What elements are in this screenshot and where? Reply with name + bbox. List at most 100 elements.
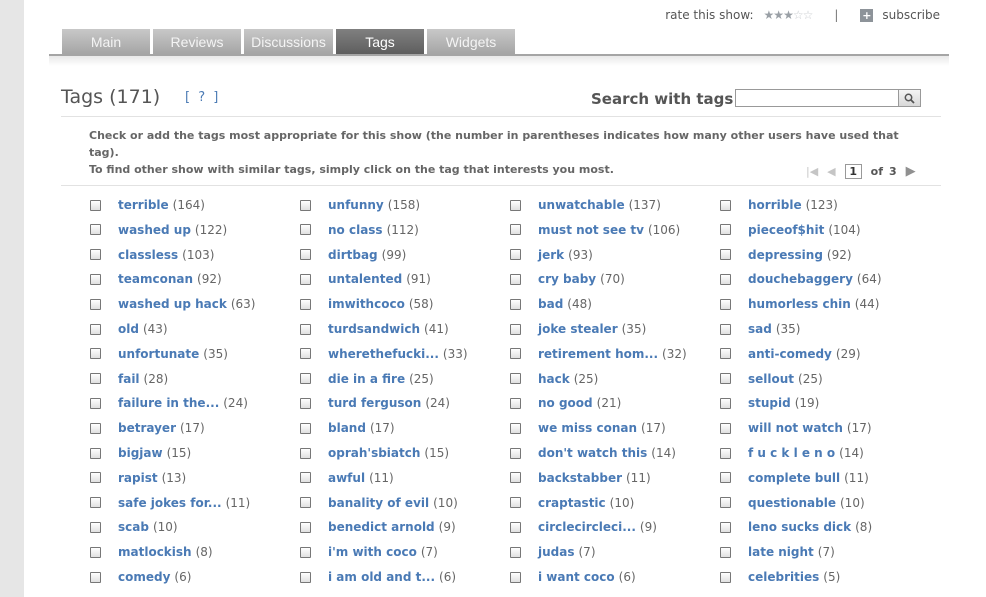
tag-checkbox[interactable] [300, 397, 311, 409]
tag-link[interactable]: jerk [538, 248, 564, 262]
rating-star[interactable]: ★ [783, 8, 794, 22]
tag-link[interactable]: failure in the... [118, 396, 219, 410]
tag-link[interactable]: banality of evil [328, 496, 429, 510]
tag-checkbox[interactable] [510, 447, 521, 459]
tag-checkbox[interactable] [300, 199, 311, 211]
tag-checkbox[interactable] [510, 546, 521, 558]
tag-checkbox[interactable] [510, 323, 521, 335]
tag-link[interactable]: bland [328, 421, 366, 435]
tag-checkbox[interactable] [720, 422, 731, 434]
rating-star[interactable]: ☆ [803, 8, 814, 22]
tag-link[interactable]: depressing [748, 248, 823, 262]
prev-page-icon[interactable]: ◀ [827, 165, 835, 178]
tag-checkbox[interactable] [510, 298, 521, 310]
tag-checkbox[interactable] [510, 273, 521, 285]
tag-link[interactable]: late night [748, 545, 814, 559]
subscribe-plus-icon[interactable]: + [860, 8, 874, 22]
tag-checkbox[interactable] [300, 521, 311, 533]
tag-checkbox[interactable] [300, 472, 311, 484]
tag-checkbox[interactable] [510, 199, 521, 211]
tag-checkbox[interactable] [510, 348, 521, 360]
tag-link[interactable]: matlockish [118, 545, 192, 559]
tag-checkbox[interactable] [720, 323, 731, 335]
tag-checkbox[interactable] [90, 273, 101, 285]
tag-checkbox[interactable] [510, 373, 521, 385]
rating-star[interactable]: ★ [773, 8, 784, 22]
tag-checkbox[interactable] [90, 298, 101, 310]
tag-checkbox[interactable] [300, 348, 311, 360]
tag-link[interactable]: benedict arnold [328, 520, 435, 534]
tag-link[interactable]: betrayer [118, 421, 176, 435]
tag-checkbox[interactable] [510, 472, 521, 484]
tag-checkbox[interactable] [90, 447, 101, 459]
tag-checkbox[interactable] [90, 546, 101, 558]
tag-link[interactable]: judas [538, 545, 575, 559]
tag-checkbox[interactable] [300, 497, 311, 509]
tag-link[interactable]: teamconan [118, 272, 193, 286]
tag-link[interactable]: dirtbag [328, 248, 378, 262]
tag-link[interactable]: hack [538, 372, 570, 386]
tag-checkbox[interactable] [300, 224, 311, 236]
search-button[interactable] [899, 89, 921, 107]
tag-checkbox[interactable] [90, 497, 101, 509]
tab-reviews[interactable]: Reviews [153, 29, 241, 54]
rating-star[interactable]: ☆ [793, 8, 804, 22]
tag-checkbox[interactable] [90, 348, 101, 360]
tag-checkbox[interactable] [90, 373, 101, 385]
tag-checkbox[interactable] [720, 497, 731, 509]
tab-main[interactable]: Main [62, 29, 150, 54]
tag-checkbox[interactable] [90, 323, 101, 335]
tag-link[interactable]: complete bull [748, 471, 840, 485]
tag-link[interactable]: comedy [118, 570, 170, 584]
tag-checkbox[interactable] [720, 521, 731, 533]
tag-link[interactable]: don't watch this [538, 446, 647, 460]
tag-checkbox[interactable] [90, 571, 101, 583]
tag-link[interactable]: will not watch [748, 421, 843, 435]
tag-link[interactable]: old [118, 322, 139, 336]
tag-search-input[interactable] [735, 89, 899, 107]
tag-link[interactable]: wherethefucki... [328, 347, 439, 361]
tag-link[interactable]: sellout [748, 372, 794, 386]
tag-checkbox[interactable] [510, 249, 521, 261]
tag-link[interactable]: scab [118, 520, 149, 534]
tag-checkbox[interactable] [300, 422, 311, 434]
tag-link[interactable]: unfunny [328, 198, 384, 212]
tag-link[interactable]: cry baby [538, 272, 596, 286]
tab-widgets[interactable]: Widgets [427, 29, 515, 54]
tag-checkbox[interactable] [720, 298, 731, 310]
tag-link[interactable]: no class [328, 223, 383, 237]
tag-link[interactable]: classless [118, 248, 178, 262]
tab-discussions[interactable]: Discussions [244, 29, 333, 54]
tag-link[interactable]: douchebaggery [748, 272, 853, 286]
tag-checkbox[interactable] [720, 571, 731, 583]
tag-checkbox[interactable] [300, 447, 311, 459]
tag-link[interactable]: celebrities [748, 570, 819, 584]
tag-link[interactable]: sad [748, 322, 772, 336]
tag-checkbox[interactable] [300, 546, 311, 558]
tag-checkbox[interactable] [510, 497, 521, 509]
tag-link[interactable]: untalented [328, 272, 402, 286]
first-page-icon[interactable]: |◀ [806, 165, 818, 178]
tag-checkbox[interactable] [90, 224, 101, 236]
tag-link[interactable]: washed up [118, 223, 191, 237]
tag-link[interactable]: pieceof$hit [748, 223, 824, 237]
tag-checkbox[interactable] [510, 571, 521, 583]
tag-link[interactable]: we miss conan [538, 421, 637, 435]
tag-checkbox[interactable] [90, 199, 101, 211]
tag-checkbox[interactable] [90, 472, 101, 484]
tag-link[interactable]: bad [538, 297, 563, 311]
tag-checkbox[interactable] [720, 546, 731, 558]
tag-link[interactable]: f u c k l e n o [748, 446, 835, 460]
tag-link[interactable]: horrible [748, 198, 802, 212]
tag-link[interactable]: i am old and t... [328, 570, 435, 584]
tag-checkbox[interactable] [720, 447, 731, 459]
tag-checkbox[interactable] [510, 422, 521, 434]
next-page-icon[interactable]: ▶ [906, 164, 916, 179]
tag-checkbox[interactable] [300, 571, 311, 583]
tag-checkbox[interactable] [720, 397, 731, 409]
tag-link[interactable]: terrible [118, 198, 169, 212]
tag-link[interactable]: leno sucks dick [748, 520, 851, 534]
tag-link[interactable]: backstabber [538, 471, 622, 485]
tag-link[interactable]: must not see tv [538, 223, 644, 237]
tag-link[interactable]: humorless chin [748, 297, 851, 311]
